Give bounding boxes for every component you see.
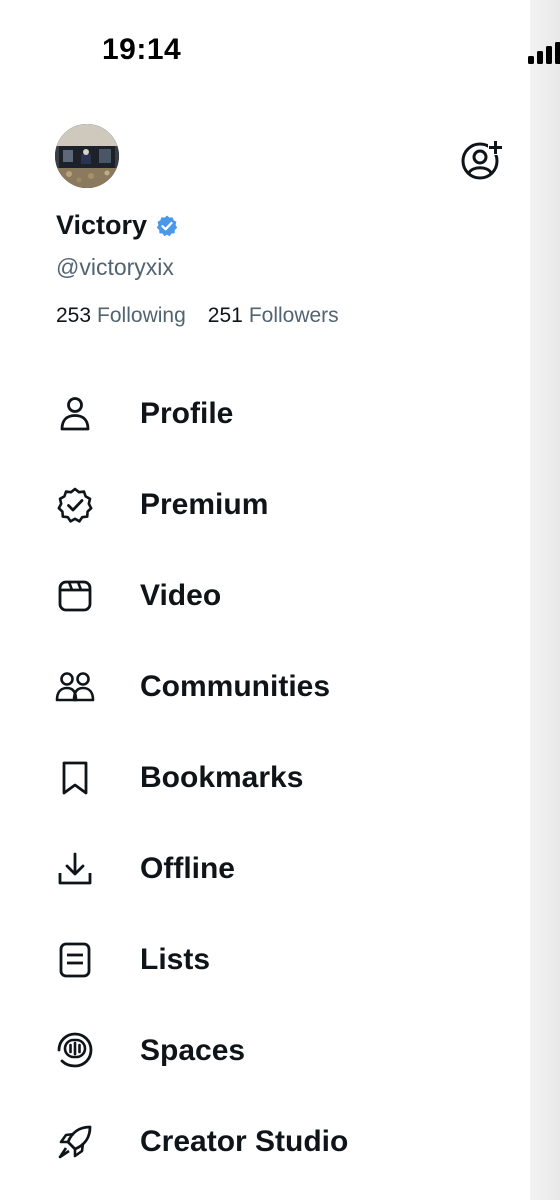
menu-label-bookmarks: Bookmarks: [140, 760, 304, 794]
menu-item-creator-studio[interactable]: Creator Studio: [0, 1096, 530, 1187]
menu-item-video[interactable]: Video: [0, 550, 530, 641]
download-icon: [55, 849, 95, 889]
following-label: Following: [97, 304, 186, 327]
menu-label-offline: Offline: [140, 851, 235, 885]
followers-count: 251: [207, 304, 243, 327]
video-clapper-icon: [55, 576, 95, 616]
bookmark-icon: [55, 758, 95, 798]
menu-item-profile[interactable]: Profile: [0, 368, 530, 459]
list-icon: [55, 940, 95, 980]
menu-label-spaces: Spaces: [140, 1033, 246, 1067]
menu-item-spaces[interactable]: Spaces: [0, 1005, 530, 1096]
menu-label-communities: Communities: [140, 669, 331, 703]
following-count: 253: [56, 304, 92, 327]
menu-label-creator-studio: Creator Studio: [140, 1124, 349, 1158]
followers-link[interactable]: 251 Followers: [208, 304, 339, 328]
menu-item-lists[interactable]: Lists: [0, 914, 530, 1005]
status-bar: 19:14: [0, 0, 560, 100]
premium-badge-icon: [55, 485, 95, 525]
menu-label-video: Video: [140, 578, 222, 612]
display-name: Victory: [56, 210, 148, 240]
rocket-icon: [55, 1122, 95, 1162]
menu-item-premium[interactable]: Premium: [0, 459, 530, 550]
cellular-signal-icon: [528, 42, 560, 64]
menu-item-communities[interactable]: Communities: [0, 641, 530, 732]
communities-icon: [55, 667, 95, 707]
spaces-icon: [55, 1031, 95, 1071]
avatar[interactable]: [55, 124, 119, 188]
profile-photo: [55, 124, 119, 188]
menu-label-premium: Premium: [140, 487, 269, 521]
person-icon: [55, 394, 95, 434]
followers-label: Followers: [248, 304, 339, 327]
user-handle: @victoryxix: [56, 254, 174, 280]
menu-item-bookmarks[interactable]: Bookmarks: [0, 732, 530, 823]
display-name-row[interactable]: Victory: [56, 210, 179, 241]
menu-item-offline[interactable]: Offline: [0, 823, 530, 914]
add-account-button[interactable]: [460, 138, 504, 182]
status-time: 19:14: [102, 33, 182, 66]
menu-label-lists: Lists: [140, 942, 211, 976]
follow-stats: 253 Following 251 Followers: [56, 304, 339, 328]
menu-label-profile: Profile: [140, 396, 234, 430]
add-account-icon: [461, 140, 503, 180]
verified-badge-icon: [156, 215, 178, 236]
navigation-menu: Profile Premium Video Communities Bookma…: [0, 368, 530, 1187]
underlying-page-edge[interactable]: [530, 0, 560, 1200]
drawer-menu-screen: 19:14 Victory @victoryxix 253 Following …: [0, 0, 560, 1200]
following-link[interactable]: 253 Following: [56, 304, 186, 328]
